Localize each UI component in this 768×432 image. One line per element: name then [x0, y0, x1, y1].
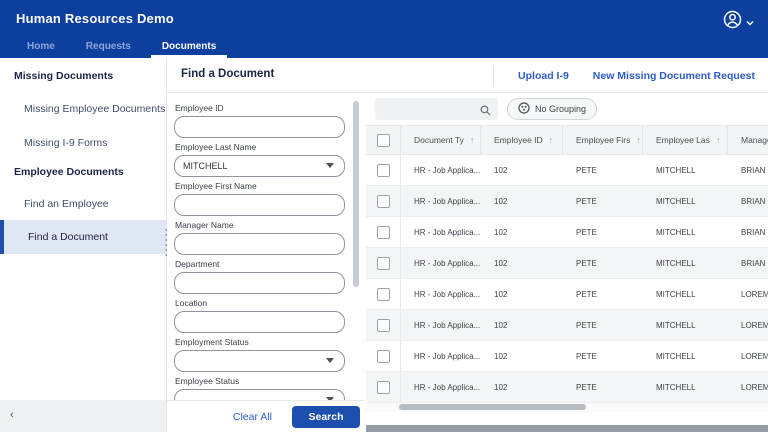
tab-documents[interactable]: Documents: [150, 38, 228, 58]
select-all-cell: [366, 126, 401, 154]
department-label: Department: [175, 259, 220, 269]
select-all-checkbox[interactable]: [376, 133, 390, 147]
app-title: Human Resources Demo: [16, 11, 174, 26]
employee-last-name-label: Employee Last Name: [175, 142, 257, 152]
results-panel: No Grouping Document Ty ↑ Employee ID ↑ Em…: [366, 93, 768, 432]
table-row[interactable]: HR - Job Applica... 102 PETE MITCHELL LO…: [366, 341, 768, 372]
sort-asc-icon[interactable]: ↑: [630, 135, 642, 145]
employee-id-label: Employee ID: [175, 103, 224, 113]
table-row[interactable]: HR - Job Applica... 102 PETE MITCHELL LO…: [366, 372, 768, 403]
field-location: Location: [174, 298, 345, 333]
field-employee-last-name: Employee Last Name MITCHELL: [174, 142, 345, 177]
sidebar-item-missing-i9-forms[interactable]: Missing I-9 Forms: [24, 137, 107, 149]
column-header-document-type[interactable]: Document Ty ↑: [401, 126, 481, 154]
sidebar-footer: ‹: [0, 400, 166, 432]
employment-status-label: Employment Status: [175, 337, 249, 347]
page-title: Find a Document: [181, 68, 275, 80]
form-scrollbar[interactable]: [353, 101, 359, 287]
form-footer: Clear All Search: [167, 400, 365, 432]
app-window: Human Resources Demo Home Requests Docum…: [0, 0, 768, 432]
table-row[interactable]: HR - Job Applica... 102 PETE MITCHELL BR…: [366, 155, 768, 186]
employee-status-label: Employee Status: [175, 376, 240, 386]
sidebar-section-employee-documents: Employee Documents: [14, 166, 124, 178]
grid-search-box: [375, 98, 498, 120]
table-row[interactable]: HR - Job Applica... 102 PETE MITCHELL BR…: [366, 248, 768, 279]
employment-status-select[interactable]: [174, 350, 345, 372]
row-checkbox[interactable]: [376, 380, 390, 394]
sort-asc-icon[interactable]: ↑: [464, 135, 480, 145]
bottom-scroll-strip: [366, 425, 768, 432]
field-employee-id: Employee ID: [174, 103, 345, 138]
row-checkbox[interactable]: [376, 256, 390, 270]
sidebar-item-find-an-employee[interactable]: Find an Employee: [24, 198, 109, 210]
app-header: Human Resources Demo: [0, 0, 768, 38]
field-employment-status: Employment Status: [174, 337, 345, 372]
table-row[interactable]: HR - Job Applica... 102 PETE MITCHELL BR…: [366, 186, 768, 217]
employee-last-name-value: MITCHELL: [183, 161, 228, 171]
tab-home[interactable]: Home: [16, 38, 66, 58]
grouping-icon: [518, 102, 530, 116]
sort-asc-icon[interactable]: ↑: [543, 135, 562, 145]
account-menu[interactable]: [723, 10, 754, 34]
row-checkbox[interactable]: [376, 349, 390, 363]
row-checkbox[interactable]: [376, 287, 390, 301]
field-manager-name: Manager Name: [174, 220, 345, 255]
manager-name-label: Manager Name: [175, 220, 234, 230]
tab-requests[interactable]: Requests: [75, 38, 142, 58]
search-button[interactable]: Search: [292, 405, 360, 428]
sidebar-section-missing-documents: Missing Documents: [14, 70, 114, 82]
actions-divider: [493, 66, 495, 85]
grid-body: HR - Job Applica... 102 PETE MITCHELL BR…: [366, 155, 768, 403]
grid-horizontal-scrollbar-thumb[interactable]: [399, 404, 586, 410]
sidebar-item-find-a-document[interactable]: Find a Document: [0, 220, 166, 254]
employee-status-select[interactable]: [174, 389, 345, 400]
department-input[interactable]: [174, 272, 345, 294]
employee-last-name-select[interactable]: MITCHELL: [174, 155, 345, 177]
table-row[interactable]: HR - Job Applica... 102 PETE MITCHELL BR…: [366, 217, 768, 248]
location-label: Location: [175, 298, 208, 308]
page-titlebar: Find a Document Upload I-9 New Missing D…: [167, 58, 768, 93]
new-missing-document-request-link[interactable]: New Missing Document Request: [593, 70, 755, 82]
upload-i9-link[interactable]: Upload I-9: [518, 70, 569, 82]
table-row[interactable]: HR - Job Applica... 102 PETE MITCHELL LO…: [366, 310, 768, 341]
grouping-button[interactable]: No Grouping: [507, 98, 598, 120]
column-header-employee-id[interactable]: Employee ID ↑: [481, 126, 563, 154]
main-nav: Home Requests Documents: [0, 38, 768, 58]
row-checkbox[interactable]: [376, 225, 390, 239]
field-employee-status: Employee Status: [174, 376, 345, 400]
field-department: Department: [174, 259, 345, 294]
dropdown-caret-icon: [326, 163, 334, 168]
collapse-sidebar-icon[interactable]: ‹: [10, 409, 14, 421]
column-header-employee-first[interactable]: Employee Firs ↑: [563, 126, 643, 154]
employee-first-name-label: Employee First Name: [175, 181, 257, 191]
sort-asc-icon[interactable]: ↑: [710, 135, 727, 145]
titlebar-actions: Upload I-9 New Missing Document Request: [493, 58, 755, 93]
column-header-manager[interactable]: Manager Na: [728, 126, 768, 154]
table-row[interactable]: HR - Job Applica... 102 PETE MITCHELL LO…: [366, 279, 768, 310]
row-checkbox[interactable]: [376, 318, 390, 332]
filter-form-panel: Employee ID Employee Last Name MITCHELL …: [167, 93, 365, 400]
user-circle-icon: [723, 10, 742, 34]
chevron-down-icon: [746, 13, 754, 31]
employee-id-input[interactable]: [174, 116, 345, 138]
column-header-employee-last[interactable]: Employee Las ↑: [643, 126, 728, 154]
search-icon: [480, 103, 491, 121]
grouping-label: No Grouping: [535, 104, 587, 114]
grid-horizontal-scrollbar: [366, 403, 768, 412]
grid-header-row: Document Ty ↑ Employee ID ↑ Employee Firs ↑…: [366, 125, 768, 155]
clear-all-link[interactable]: Clear All: [233, 411, 272, 423]
field-employee-first-name: Employee First Name: [174, 181, 345, 216]
row-checkbox[interactable]: [376, 194, 390, 208]
sidebar-item-missing-employee-documents[interactable]: Missing Employee Documents: [24, 103, 165, 115]
manager-name-input[interactable]: [174, 233, 345, 255]
sidebar: Missing Documents Missing Employee Docum…: [0, 58, 166, 400]
employee-first-name-input[interactable]: [174, 194, 345, 216]
row-checkbox[interactable]: [376, 163, 390, 177]
grid-toolbar: No Grouping: [366, 93, 768, 125]
location-input[interactable]: [174, 311, 345, 333]
dropdown-caret-icon: [326, 358, 334, 363]
